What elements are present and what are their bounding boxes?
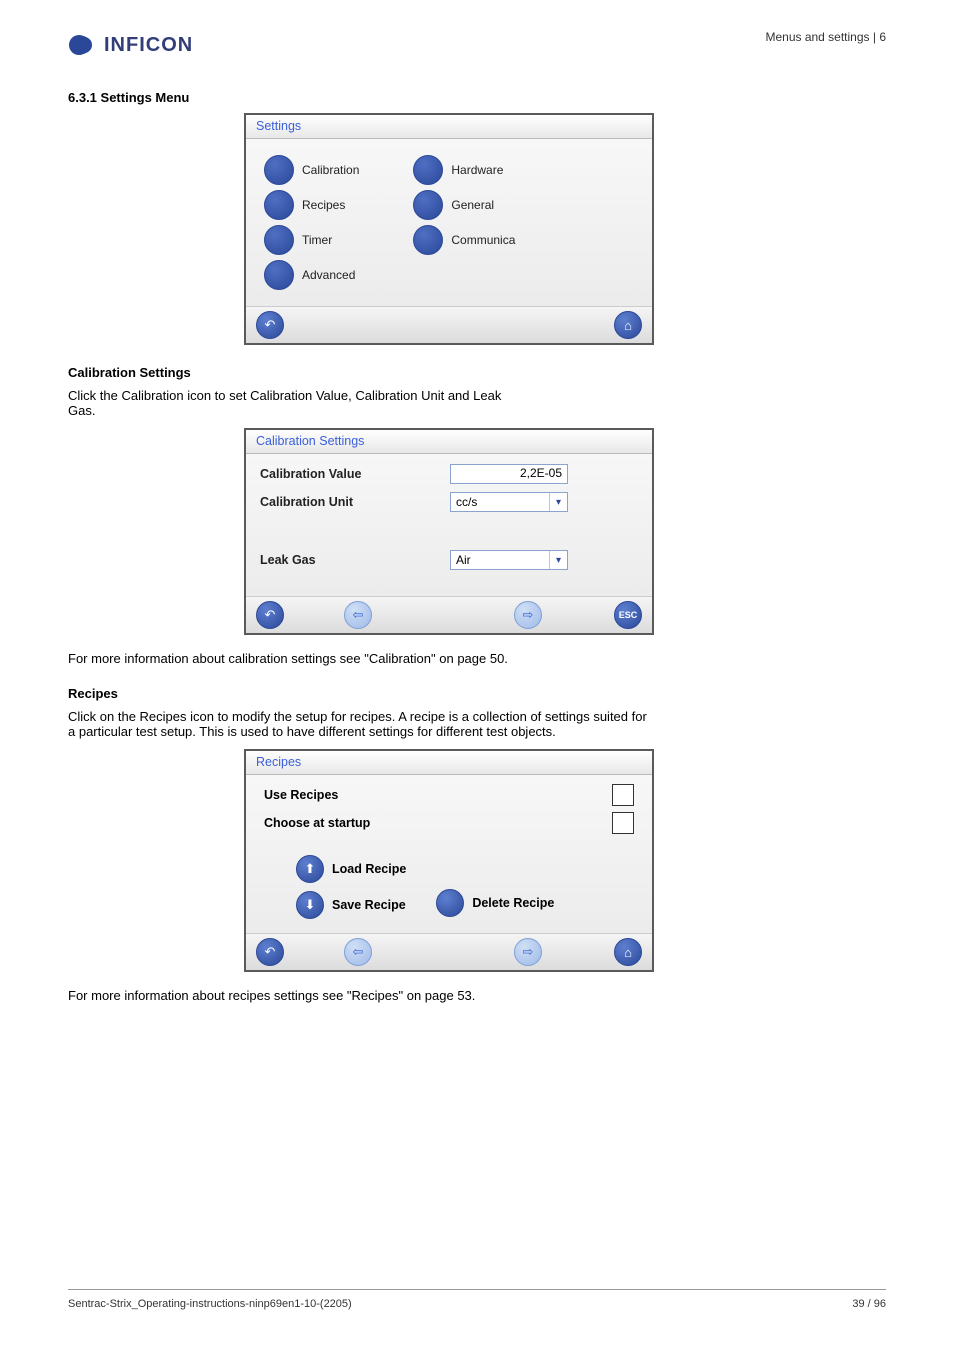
menu-item-hardware[interactable]: Hardware — [451, 163, 503, 177]
calibration-value-field[interactable]: 2,2E-05 — [450, 464, 568, 484]
back-icon[interactable]: ↶ — [256, 601, 284, 629]
calibration-heading: Calibration Settings — [68, 365, 886, 380]
menu-item-general[interactable]: General — [451, 198, 494, 212]
leak-gas-select[interactable]: Air ▾ — [450, 550, 568, 570]
choose-startup-checkbox[interactable] — [612, 812, 634, 834]
recipes-description: Click on the Recipes icon to modify the … — [68, 709, 648, 739]
delete-recipe-icon[interactable] — [436, 889, 464, 917]
footer-doc-id: Sentrac-Strix_Operating-instructions-nin… — [68, 1298, 352, 1310]
page-footer: Sentrac-Strix_Operating-instructions-nin… — [68, 1289, 886, 1310]
home-icon[interactable]: ⌂ — [614, 938, 642, 966]
save-recipe-button[interactable]: Save Recipe — [332, 898, 406, 912]
communica-icon[interactable] — [413, 225, 443, 255]
menu-item-calibration[interactable]: Calibration — [302, 163, 359, 177]
recipes-more-info: For more information about recipes setti… — [68, 988, 528, 1003]
calibration-panel: Calibration Settings Calibration Value 2… — [244, 428, 654, 635]
calibration-unit-select[interactable]: cc/s ▾ — [450, 492, 568, 512]
load-recipe-icon[interactable]: ⬆ — [296, 855, 324, 883]
delete-recipe-button[interactable]: Delete Recipe — [472, 896, 554, 910]
recipes-heading: Recipes — [68, 686, 886, 701]
chevron-down-icon: ▾ — [549, 493, 567, 511]
menu-item-recipes[interactable]: Recipes — [302, 198, 345, 212]
calibration-icon[interactable] — [264, 155, 294, 185]
panel-title: Settings — [246, 115, 652, 139]
recipes-panel: Recipes Use Recipes Choose at startup ⬆ … — [244, 749, 654, 972]
next-icon[interactable]: ⇨ — [514, 938, 542, 966]
calibration-unit-label: Calibration Unit — [260, 495, 450, 509]
esc-icon[interactable]: ESC — [614, 601, 642, 629]
save-recipe-icon[interactable]: ⬇ — [296, 891, 324, 919]
use-recipes-checkbox[interactable] — [612, 784, 634, 806]
menu-item-advanced[interactable]: Advanced — [302, 268, 355, 282]
back-icon[interactable]: ↶ — [256, 311, 284, 339]
prev-icon[interactable]: ⇦ — [344, 938, 372, 966]
panel-title: Recipes — [246, 751, 652, 775]
chevron-down-icon: ▾ — [549, 551, 567, 569]
brand-logo: INFICON — [68, 30, 193, 60]
leak-gas-label: Leak Gas — [260, 553, 450, 567]
calibration-description: Click the Calibration icon to set Calibr… — [68, 388, 528, 418]
header-breadcrumb: Menus and settings | 6 — [765, 30, 886, 44]
timer-icon[interactable] — [264, 225, 294, 255]
choose-startup-label: Choose at startup — [264, 816, 370, 830]
settings-menu-heading: 6.3.1 Settings Menu — [68, 90, 886, 105]
hardware-icon[interactable] — [413, 155, 443, 185]
home-icon[interactable]: ⌂ — [614, 311, 642, 339]
advanced-icon[interactable] — [264, 260, 294, 290]
next-icon[interactable]: ⇨ — [514, 601, 542, 629]
brand-name: INFICON — [104, 34, 193, 57]
calibration-more-info: For more information about calibration s… — [68, 651, 528, 666]
load-recipe-button[interactable]: Load Recipe — [332, 862, 406, 876]
calibration-value-label: Calibration Value — [260, 467, 450, 481]
back-icon[interactable]: ↶ — [256, 938, 284, 966]
settings-panel: Settings Calibration Recipes Timer Advan… — [244, 113, 654, 345]
panel-title: Calibration Settings — [246, 430, 652, 454]
general-icon[interactable] — [413, 190, 443, 220]
menu-item-timer[interactable]: Timer — [302, 233, 332, 247]
use-recipes-label: Use Recipes — [264, 788, 338, 802]
recipes-icon[interactable] — [264, 190, 294, 220]
logo-mark-icon — [68, 30, 98, 60]
footer-page-number: 39 / 96 — [852, 1298, 886, 1310]
prev-icon[interactable]: ⇦ — [344, 601, 372, 629]
menu-item-communica[interactable]: Communica — [451, 233, 515, 247]
